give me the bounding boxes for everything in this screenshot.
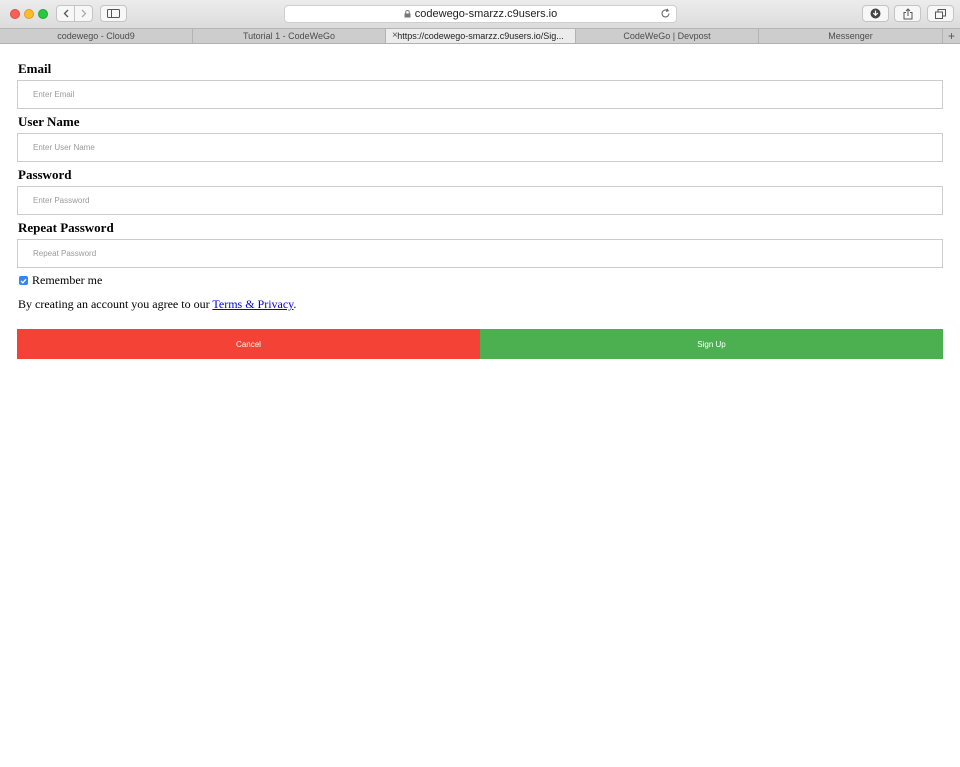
terms-suffix: . — [293, 297, 297, 311]
tab-label: CodeWeGo | Devpost — [623, 31, 711, 41]
reload-icon[interactable] — [660, 8, 671, 22]
terms-prefix: By creating an account you agree to our — [18, 297, 213, 311]
remember-checkbox[interactable] — [19, 276, 28, 285]
tab-cloud9[interactable]: codewego - Cloud9 — [0, 29, 193, 43]
sidebar-toggle-button[interactable] — [100, 5, 127, 22]
username-field[interactable] — [17, 133, 943, 162]
tab-label: codewego - Cloud9 — [57, 31, 135, 41]
back-button[interactable] — [57, 6, 74, 21]
window-close-button[interactable] — [10, 9, 20, 19]
forward-button[interactable] — [74, 6, 92, 21]
cancel-button[interactable]: Cancel — [17, 329, 480, 359]
close-icon[interactable]: × — [392, 30, 398, 41]
browser-toolbar: codewego-smarzz.c9users.io — [0, 0, 960, 28]
sidebar-icon — [107, 9, 120, 18]
share-button[interactable] — [894, 5, 921, 22]
address-bar[interactable]: codewego-smarzz.c9users.io — [284, 5, 677, 23]
email-label: Email — [18, 61, 52, 76]
tab-label: Tutorial 1 - CodeWeGo — [242, 31, 336, 41]
tab-devpost[interactable]: CodeWeGo | Devpost — [576, 29, 759, 43]
chevron-right-icon — [81, 9, 86, 18]
terms-privacy-link[interactable]: Terms & Privacy — [212, 297, 293, 311]
checkmark-icon — [20, 278, 27, 284]
signup-page: Email User Name Password Repeat Password… — [0, 45, 960, 767]
remember-me: Remember me — [19, 273, 102, 288]
signup-button[interactable]: Sign Up — [480, 329, 943, 359]
password-field[interactable] — [17, 186, 943, 215]
tab-label: Messenger — [828, 31, 873, 41]
password-label: Password — [18, 167, 72, 182]
share-icon — [903, 7, 912, 19]
repeat-password-label: Repeat Password — [18, 220, 114, 235]
lock-icon — [404, 10, 411, 18]
username-label: User Name — [18, 114, 80, 129]
tab-overview-button[interactable] — [927, 5, 954, 22]
tab-messenger[interactable]: Messenger — [759, 29, 943, 43]
remember-label: Remember me — [32, 273, 103, 287]
window-maximize-button[interactable] — [38, 9, 48, 19]
tab-label: https://codewego-smarzz.c9users.io/Sig..… — [397, 31, 564, 41]
url-text: codewego-smarzz.c9users.io — [414, 8, 558, 20]
tabs-icon — [935, 8, 946, 19]
terms-text: By creating an account you agree to our … — [18, 297, 296, 312]
chevron-left-icon — [63, 9, 68, 18]
downloads-button[interactable] — [862, 5, 889, 22]
history-nav — [56, 5, 93, 22]
tab-bar: codewego - Cloud9 Tutorial 1 - CodeWeGo … — [0, 28, 960, 44]
tab-tutorial[interactable]: Tutorial 1 - CodeWeGo — [193, 29, 386, 43]
repeat-password-field[interactable] — [17, 239, 943, 268]
email-field[interactable] — [17, 80, 943, 109]
download-icon — [870, 8, 881, 19]
new-tab-icon[interactable]: + — [943, 29, 960, 43]
tab-signup-active[interactable]: × https://codewego-smarzz.c9users.io/Sig… — [386, 29, 576, 43]
window-minimize-button[interactable] — [24, 9, 34, 19]
